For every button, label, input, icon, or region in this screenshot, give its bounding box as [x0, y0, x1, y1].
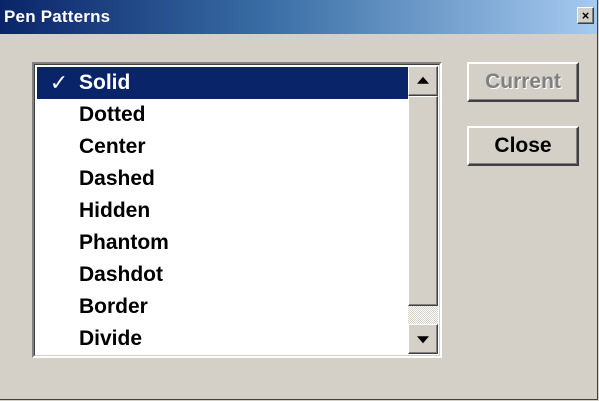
close-button[interactable]: Close: [467, 126, 579, 166]
list-item-label: Phantom: [79, 231, 169, 254]
list-item-label: Dotted: [79, 103, 146, 126]
close-icon: ×: [581, 8, 590, 23]
list-item[interactable]: Hidden: [37, 195, 409, 227]
list-item-label: Border: [79, 295, 148, 318]
scroll-down-button[interactable]: [408, 324, 438, 354]
current-button[interactable]: Current: [467, 62, 579, 102]
pen-patterns-dialog: Pen Patterns × ✓ Solid Dotted Center Dashed H…: [0, 0, 598, 400]
list-item[interactable]: ✓ Solid: [37, 67, 409, 99]
arrow-up-icon: [417, 76, 429, 84]
scroll-up-button[interactable]: [408, 66, 438, 96]
list-item-label: Solid: [79, 71, 131, 94]
list-items: ✓ Solid Dotted Center Dashed Hidden Phantom Das…: [37, 67, 409, 355]
pen-pattern-list[interactable]: ✓ Solid Dotted Center Dashed Hidden Phantom Das…: [32, 62, 442, 358]
checkmark-icon: ✓: [49, 70, 69, 95]
list-item[interactable]: Center: [37, 131, 409, 163]
list-item-label: Dashdot: [79, 263, 163, 286]
list-item[interactable]: Dashed: [37, 163, 409, 195]
list-item[interactable]: Border: [37, 291, 409, 323]
list-item[interactable]: Divide: [37, 323, 409, 355]
title-bar[interactable]: Pen Patterns ×: [0, 0, 597, 34]
list-item-label: Hidden: [79, 199, 151, 222]
list-item-label: Divide: [79, 327, 143, 350]
scrollbar-thumb[interactable]: [408, 96, 438, 306]
list-item[interactable]: Dotted: [37, 99, 409, 131]
window-title: Pen Patterns: [4, 7, 111, 26]
list-item-label: Center: [79, 135, 146, 158]
vertical-scrollbar[interactable]: [408, 66, 438, 354]
arrow-down-icon: [417, 336, 429, 344]
list-item[interactable]: Phantom: [37, 227, 409, 259]
list-item[interactable]: Dashdot: [37, 259, 409, 291]
list-item-label: Dashed: [79, 167, 155, 190]
title-close-button[interactable]: ×: [577, 7, 594, 24]
